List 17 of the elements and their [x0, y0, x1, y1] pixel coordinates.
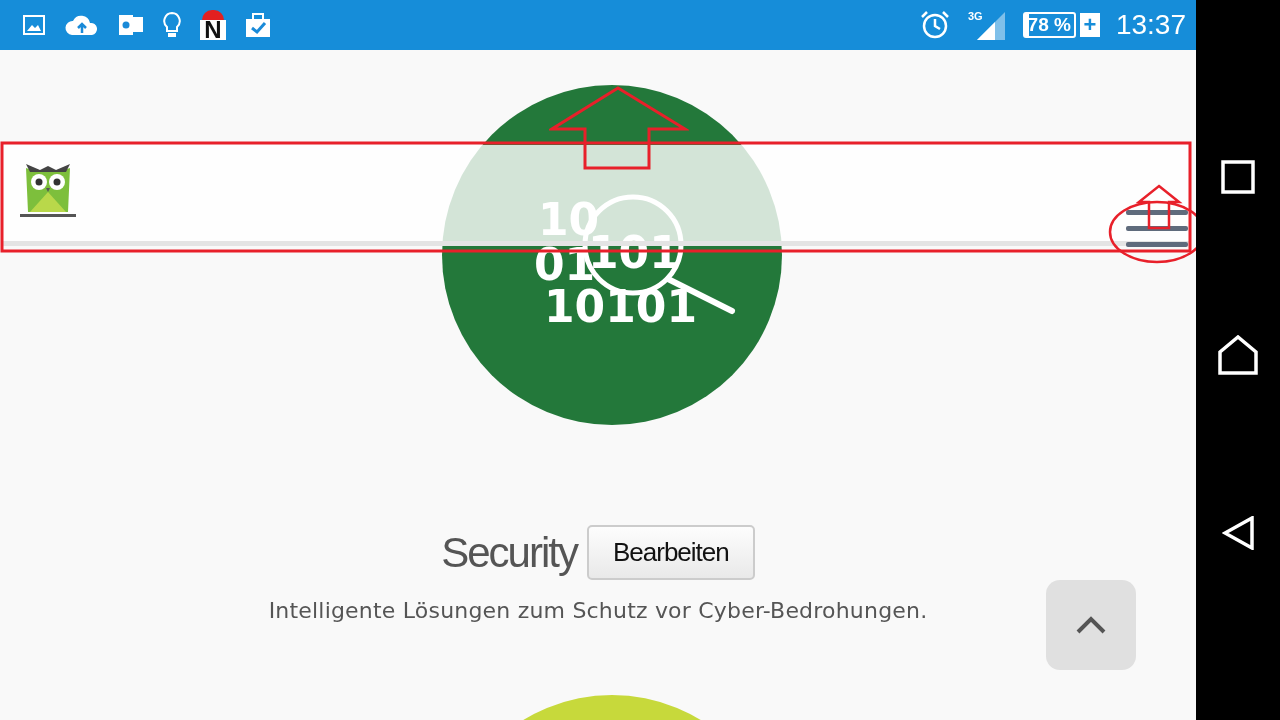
edit-button[interactable]: Bearbeiten	[586, 525, 755, 580]
section-description: Intelligente Lösungen zum Schutz vor Cyber-Bedrohungen.	[268, 598, 928, 623]
section-title: Security	[441, 528, 577, 577]
image-icon	[22, 13, 46, 37]
charging-icon: +	[1079, 13, 1100, 37]
recent-apps-icon[interactable]	[1221, 160, 1255, 195]
clock-time: 13:37	[1115, 9, 1186, 41]
cloud-upload-icon	[64, 13, 100, 37]
menu-icon[interactable]	[1126, 210, 1188, 248]
battery-icon: 78 %	[1022, 12, 1076, 38]
chevron-up-icon	[1076, 616, 1106, 634]
home-icon[interactable]	[1217, 335, 1259, 375]
mail-app-icon	[118, 13, 144, 37]
alarm-clock-icon	[919, 10, 950, 40]
network-type: 3G	[967, 10, 983, 22]
back-icon[interactable]	[1222, 515, 1254, 550]
lightbulb-icon	[162, 11, 182, 39]
